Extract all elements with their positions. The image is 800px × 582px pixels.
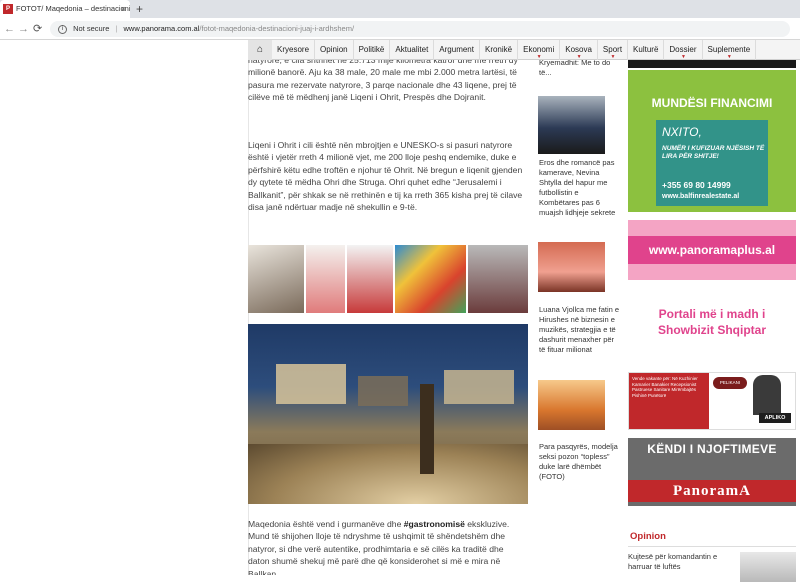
collage-photo-painting [394,245,467,313]
nav-item-kronik-[interactable]: Kronikë [480,39,519,60]
photo-building-center [358,376,408,406]
nav-item-label: Argument [439,44,474,54]
nav-item-kosova[interactable]: Kosova ▼ [560,39,598,60]
browser-tab-strip: P FOTOT/ Maqedonia – destinacioni ... × … [0,0,800,18]
nav-item-label: Kulturë [633,44,659,54]
opinion-divider [628,546,796,547]
related-thumb-3[interactable] [538,242,605,292]
ad-njoftime-banner[interactable]: KËNDI I NJOFTIMEVE PanoramA [628,438,796,506]
reload-icon[interactable]: ⟳ [33,21,42,37]
url-host: www.panorama.com.al [123,24,200,33]
p3-text-before: Maqedonia është vend i gurmanëve dhe [248,519,404,529]
info-icon[interactable]: i [58,24,67,34]
url-path: /fotot-maqedonia-destinacioni-juaj-i-ard… [199,24,355,33]
address-bar: ← → ⟳ i Not secure | www.panorama.com.al… [0,18,800,40]
nav-item-label: Sport [602,44,623,54]
related-articles-column: Kryemadhit: Me to do të... Eros dhe roma… [538,60,622,575]
ad-financimi-phone: +355 69 80 14999 [662,180,731,190]
ad-panoramaplus-banner[interactable]: www.panoramaplus.al Portali më i madh i … [628,220,796,360]
nav-item-label: Aktualitet [395,44,429,54]
ad-financimi-web: www.balfinrealestate.al [662,193,740,200]
ad-vakante-text: Vende vakante për: Në Kuzhinier Kamarier… [632,376,698,398]
nav-item-label: Opinion [320,44,348,54]
chevron-down-icon: ▼ [610,53,616,60]
related-caption-2[interactable]: Eros dhe romancë pas kamerave, Nevina Sh… [539,158,621,218]
nav-item-politik-[interactable]: Politikë [354,39,391,60]
home-icon[interactable]: ⌂ [248,39,272,60]
nav-item-label: Ekonomi [523,44,555,54]
collage-photo-fashion [347,245,393,313]
related-caption-1[interactable]: Kryemadhit: Me to do të... [539,60,621,78]
nav-item-argument[interactable]: Argument [434,39,480,60]
ad-njoftime-head: KËNDI I NJOFTIMEVE [647,442,777,456]
nav-item-label: Dossier [669,44,697,54]
chevron-down-icon: ▼ [680,53,686,60]
site-navigation: ⌂ Kryesore Opinion Politikë Aktualitet Argum… [248,39,800,60]
ad-plus-url: www.panoramaplus.al [628,236,796,264]
chevron-down-icon: ▼ [726,53,732,60]
collage-photo-sculpture [248,245,304,313]
nav-item-kultur-[interactable]: Kulturë [628,39,665,60]
ad-vakante-logo: PELIKANI [713,377,747,389]
photo-building-right [444,370,514,404]
photo-building-left [276,364,346,404]
tab-close-icon[interactable]: × [121,0,126,18]
security-label: Not secure [73,24,110,33]
ad-financimi-brand: NXITO, [662,125,702,139]
opinion-author-photo[interactable] [740,552,796,582]
forward-icon[interactable]: → [18,21,29,37]
panorama-logo: PanoramA [628,480,796,502]
ad-plus-slogan: Portali më i madh i Showbizit Shqiptar [658,307,766,337]
ad-job-vacancies-banner[interactable]: Vende vakante për: Në Kuzhinier Kamarier… [628,372,796,430]
related-caption-3[interactable]: Luana Vjollca me fatin e Hirushes në biz… [539,305,621,355]
gallery-collage-image[interactable] [248,245,528,313]
browser-tab[interactable]: P FOTOT/ Maqedonia – destinacioni ... × [0,0,130,18]
skopje-square-photo[interactable] [248,324,528,504]
ad-vakante-person-image [753,375,781,415]
chevron-down-icon: ▼ [536,53,542,60]
article-paragraph-3: Maqedonia është vend i gurmanëve dhe #ga… [248,518,526,575]
article-paragraph-1: natyrore, e cila shtrihet në 25.713 mijë… [248,60,518,103]
nav-item-label: Suplemente [707,44,751,54]
ad-financimi-title: MUNDËSI FINANCIMI [651,96,773,110]
nav-item-kryesore[interactable]: Kryesore [272,39,316,60]
nav-item-label: Kryesore [277,44,310,54]
article-paragraph-2: Liqeni i Ohrit i cili është nën mbrojtje… [248,140,523,213]
collage-photo-figures [305,245,346,313]
photo-plaza [248,444,528,504]
nav-item-label: Politikë [358,44,385,54]
nav-item-aktualitet[interactable]: Aktualitet [390,39,435,60]
related-caption-4[interactable]: Para pasqyrës, modelja seksi pozon “topl… [539,442,621,482]
photo-statue [420,384,434,474]
nav-item-ekonomi[interactable]: Ekonomi ▼ [518,39,561,60]
url-input[interactable]: i Not secure | www.panorama.com.al/fotot… [50,21,790,37]
nav-item-suplemente[interactable]: Suplemente ▼ [703,39,757,60]
nav-item-label: Kosova [565,44,592,54]
ads-column: MUNDËSI FINANCIMI NXITO, NUMËR I KUFIZUA… [628,60,796,582]
new-tab-icon[interactable]: + [136,0,143,18]
nav-item-dossier[interactable]: Dossier ▼ [664,39,703,60]
related-thumb-2[interactable] [538,96,605,154]
chevron-down-icon: ▼ [576,53,582,60]
ad-top-strip [628,60,796,68]
opinion-article-link[interactable]: Kujtesë për komandantin e harruar të luf… [628,552,738,572]
ad-financimi-text: NUMËR I KUFIZUAR NJËSISH TË LIRA PËR SHI… [662,145,765,160]
url-separator: | [115,24,118,33]
tab-title: FOTOT/ Maqedonia – destinacioni ... [16,4,130,13]
gastronomy-hashtag[interactable]: #gastronomisë [404,519,465,529]
ad-financimi-banner[interactable]: MUNDËSI FINANCIMI NXITO, NUMËR I KUFIZUA… [628,70,796,212]
related-thumb-4[interactable] [538,380,605,430]
nav-item-opinion[interactable]: Opinion [315,39,354,60]
nav-item-sport[interactable]: Sport ▼ [598,39,629,60]
article-body: natyrore, e cila shtrihet në 25.713 mijë… [248,60,530,575]
back-icon[interactable]: ← [4,21,15,37]
nav-item-label: Kronikë [484,44,513,54]
opinion-section-title[interactable]: Opinion [630,531,666,542]
collage-photo-gallery [468,245,528,313]
apply-button[interactable]: APLIKO [759,413,791,423]
site-favicon-icon: P [3,4,13,14]
